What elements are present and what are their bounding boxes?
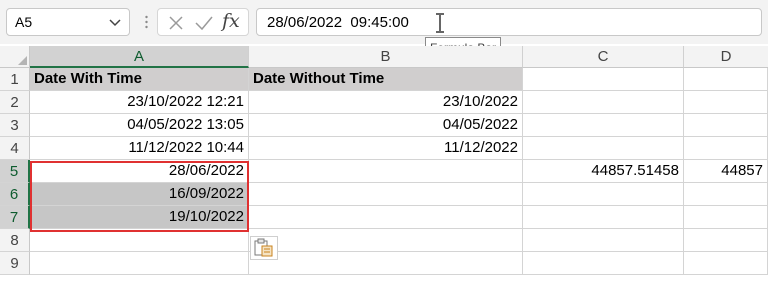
cell-a9[interactable] [30, 252, 249, 275]
cell-d2[interactable] [684, 91, 768, 114]
cell-d9[interactable] [684, 252, 768, 275]
row-header-1[interactable]: 1 [0, 68, 30, 91]
checkmark-icon[interactable] [194, 14, 214, 32]
cell-c7[interactable] [523, 206, 684, 229]
name-box-value: A5 [15, 14, 33, 30]
formula-bar-area: A5 fx 28/06/2022 09:45:00 Formula Bar [0, 0, 768, 57]
cell-a8[interactable] [30, 229, 249, 252]
cell-b4[interactable]: 11/12/2022 [249, 137, 523, 160]
select-all-triangle-icon [18, 56, 27, 65]
row-header-6[interactable]: 6 [0, 183, 30, 206]
paste-options-button[interactable] [250, 236, 278, 260]
row-header-9[interactable]: 9 [0, 252, 30, 275]
cell-d5[interactable]: 44857 [684, 160, 768, 183]
cell-b6[interactable] [249, 183, 523, 206]
cell-c8[interactable] [523, 229, 684, 252]
row-header-3[interactable]: 3 [0, 114, 30, 137]
selection-highlight-border [30, 161, 249, 232]
cell-b8[interactable] [249, 229, 523, 252]
row-header-7[interactable]: 7 [0, 206, 30, 229]
paste-options-icon [251, 238, 277, 262]
formula-input[interactable]: 28/06/2022 09:45:00 [256, 8, 762, 36]
cell-a3[interactable]: 04/05/2022 13:05 [30, 114, 249, 137]
formula-text: 28/06/2022 09:45:00 [267, 14, 409, 31]
row-header-5[interactable]: 5 [0, 160, 30, 183]
cell-d7[interactable] [684, 206, 768, 229]
cell-b5[interactable] [249, 160, 523, 183]
column-header-a[interactable]: A [30, 46, 249, 68]
chevron-down-icon[interactable] [107, 13, 123, 31]
cell-c6[interactable] [523, 183, 684, 206]
column-header-c[interactable]: C [523, 46, 684, 68]
cancel-x-icon[interactable] [167, 14, 185, 32]
name-box[interactable]: A5 [6, 8, 130, 36]
row-header-4[interactable]: 4 [0, 137, 30, 160]
column-header-d[interactable]: D [684, 46, 768, 68]
cell-c3[interactable] [523, 114, 684, 137]
row-header-8[interactable]: 8 [0, 229, 30, 252]
cell-d8[interactable] [684, 229, 768, 252]
cell-b7[interactable] [249, 206, 523, 229]
cell-b2[interactable]: 23/10/2022 [249, 91, 523, 114]
cell-b3[interactable]: 04/05/2022 [249, 114, 523, 137]
cell-d3[interactable] [684, 114, 768, 137]
cell-d6[interactable] [684, 183, 768, 206]
select-all-button[interactable] [0, 46, 30, 68]
cell-c9[interactable] [523, 252, 684, 275]
cell-d4[interactable] [684, 137, 768, 160]
cell-c2[interactable] [523, 91, 684, 114]
cell-c1[interactable] [523, 68, 684, 91]
cell-a4[interactable]: 11/12/2022 10:44 [30, 137, 249, 160]
formula-buttons: fx [157, 8, 249, 36]
cell-a2[interactable]: 23/10/2022 12:21 [30, 91, 249, 114]
cell-c4[interactable] [523, 137, 684, 160]
spreadsheet-grid: A B C D 1 2 3 4 5 6 7 8 9 Date With Time… [0, 46, 768, 283]
row-header-2[interactable]: 2 [0, 91, 30, 114]
text-cursor-ibeam-icon [434, 12, 446, 34]
cell-b1[interactable]: Date Without Time [249, 68, 523, 91]
cell-b9[interactable] [249, 252, 523, 275]
cell-d1[interactable] [684, 68, 768, 91]
column-header-b[interactable]: B [249, 46, 523, 68]
cell-c5[interactable]: 44857.51458 [523, 160, 684, 183]
insert-function-button[interactable]: fx [222, 10, 240, 32]
drag-handle-icon[interactable] [145, 14, 148, 30]
cell-a1[interactable]: Date With Time [30, 68, 249, 91]
